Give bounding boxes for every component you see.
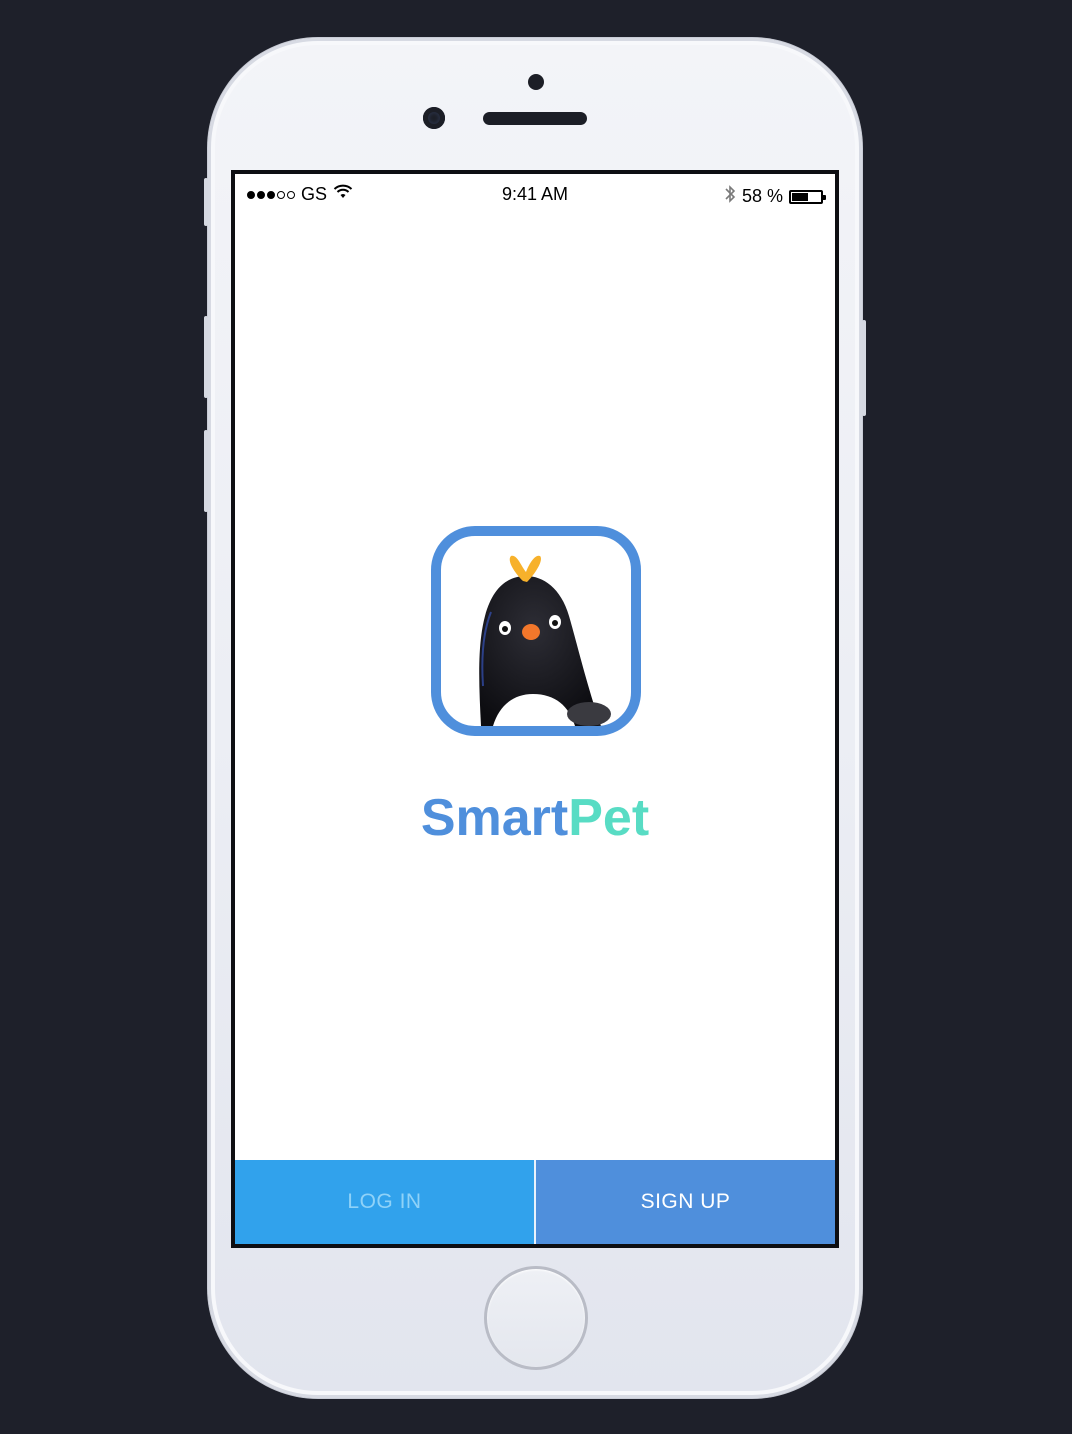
screen: GS 9:41 AM 58 % SmartPet LOG IN SIGN UP (231, 170, 839, 1248)
bluetooth-icon (724, 184, 736, 209)
app-name: SmartPet (235, 788, 835, 848)
battery-percentage: 58 % (741, 186, 783, 206)
battery-level-fill (792, 192, 809, 201)
volume-down-button (204, 430, 208, 512)
home-button[interactable] (484, 1266, 588, 1370)
sign-up-button[interactable]: SIGN UP (534, 1160, 835, 1244)
mute-switch (204, 178, 208, 226)
action-bar: LOG IN SIGN UP (235, 1160, 835, 1244)
proximity-sensor (528, 74, 544, 90)
battery-icon (789, 189, 826, 204)
log-in-button[interactable]: LOG IN (235, 1160, 534, 1244)
stage: GS 9:41 AM 58 % SmartPet LOG IN SIGN UP (0, 0, 1072, 1434)
penguin-app-icon (431, 526, 641, 736)
app-name-part2: Pet (568, 789, 650, 847)
power-button (862, 320, 866, 416)
front-camera (423, 107, 445, 129)
status-right: 58 % (724, 184, 826, 209)
volume-up-button (204, 316, 208, 398)
earpiece-speaker (483, 112, 587, 125)
status-bar: GS 9:41 AM 58 % (235, 174, 835, 214)
app-name-part1: Smart (420, 789, 569, 847)
